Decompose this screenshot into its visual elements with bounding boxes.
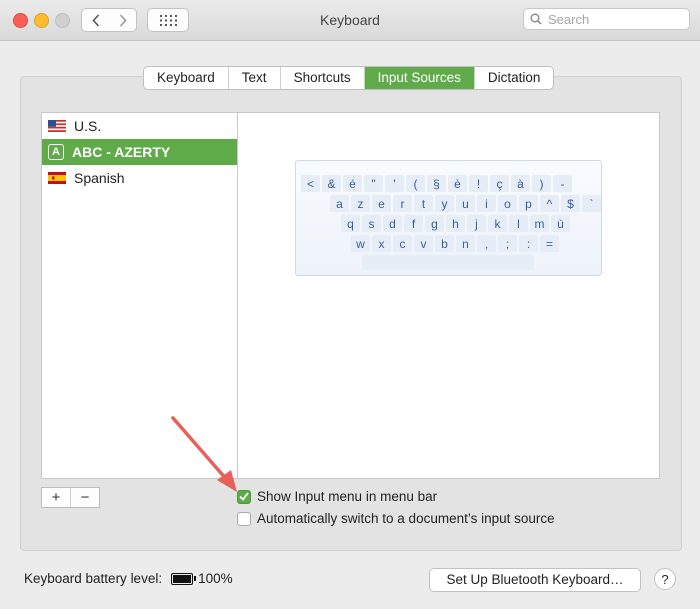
- keyboard-space-bar: [362, 255, 534, 270]
- keyboard-row: w x c v b n,;: =: [351, 235, 561, 253]
- keyboard-layout-preview: < & é " '(§ è! ç à) - a z e r t y u i o p ^ $ ` q s d f g h j k l m ù w x c…: [295, 160, 602, 276]
- keyboard-key: :: [519, 235, 538, 252]
- keyboard-key: ;: [498, 235, 517, 252]
- show-input-menu-label: Show Input menu in menu bar: [257, 489, 438, 504]
- keyboard-row: < & é " '(§ è! ç à) -: [301, 175, 574, 193]
- keyboard-key: !: [469, 175, 488, 192]
- keyboard-key: i: [477, 195, 496, 212]
- title-bar: Keyboard: [0, 0, 700, 41]
- keyboard-row: qsdfghjklmù: [341, 215, 572, 233]
- keyboard-key: n: [456, 235, 475, 252]
- keyboard-key: o: [498, 195, 517, 212]
- keyboard-key: é: [343, 175, 362, 192]
- keyboard-key: `: [582, 195, 601, 212]
- keyboard-key: f: [404, 215, 423, 232]
- keyboard-key: =: [540, 235, 559, 252]
- tab-shortcuts[interactable]: Shortcuts: [281, 67, 365, 89]
- setup-bluetooth-keyboard-button[interactable]: Set Up Bluetooth Keyboard…: [429, 568, 641, 592]
- keyboard-key: <: [301, 175, 320, 192]
- source-item-label: U.S.: [74, 118, 102, 134]
- keyboard-key: j: [467, 215, 486, 232]
- keyboard-key: u: [456, 195, 475, 212]
- keyboard-key: w: [351, 235, 370, 252]
- spain-flag-icon: [48, 172, 66, 184]
- keyboard-key: k: [488, 215, 507, 232]
- show-input-menu-option[interactable]: Show Input menu in menu bar: [237, 489, 437, 504]
- auto-switch-option[interactable]: Automatically switch to a document’s inp…: [237, 511, 555, 526]
- source-item-us[interactable]: U.S.: [42, 113, 238, 139]
- source-item-label: Spanish: [74, 170, 125, 186]
- keyboard-row: a z e r t y u i o p ^ $ `: [330, 195, 603, 213]
- keyboard-key: ^: [540, 195, 559, 212]
- keyboard-key: (: [406, 175, 425, 192]
- search-box[interactable]: [523, 8, 690, 30]
- keyboard-key: m: [530, 215, 549, 232]
- keyboard-key: -: [553, 175, 572, 192]
- source-item-spanish[interactable]: Spanish: [42, 165, 238, 191]
- battery-icon: [171, 572, 197, 585]
- keyboard-key: t: [414, 195, 433, 212]
- keyboard-key: ,: [477, 235, 496, 252]
- list-add-remove-control: + −: [41, 487, 100, 508]
- add-input-source-button[interactable]: +: [42, 488, 71, 507]
- input-source-detail: < & é " '(§ è! ç à) - a z e r t y u i o p ^ $ ` q s d f g h j k l m ù w x c…: [237, 112, 660, 479]
- auto-switch-checkbox[interactable]: [237, 511, 251, 526]
- tab-keyboard[interactable]: Keyboard: [144, 67, 229, 89]
- tab-text[interactable]: Text: [229, 67, 281, 89]
- keyboard-key: ù: [551, 215, 570, 232]
- tab-input-sources[interactable]: Input Sources: [364, 67, 475, 89]
- keyboard-key: v: [414, 235, 433, 252]
- abc-letter-icon: A: [48, 144, 64, 160]
- keyboard-key: d: [383, 215, 402, 232]
- battery-value: 100%: [198, 571, 233, 586]
- tab-dictation[interactable]: Dictation: [475, 67, 554, 89]
- keyboard-key: a: [330, 195, 349, 212]
- keyboard-key: ": [364, 175, 383, 192]
- keyboard-key: q: [341, 215, 360, 232]
- keyboard-key: b: [435, 235, 454, 252]
- keyboard-key: c: [393, 235, 412, 252]
- keyboard-key: y: [435, 195, 454, 212]
- search-input[interactable]: [546, 10, 680, 28]
- keyboard-key: g: [425, 215, 444, 232]
- keyboard-key: ç: [490, 175, 509, 192]
- annotation-arrow-icon: [171, 416, 237, 492]
- us-flag-icon: [48, 120, 66, 132]
- keyboard-key: p: [519, 195, 538, 212]
- source-item-abc-azerty[interactable]: A ABC - AZERTY: [42, 139, 238, 165]
- keyboard-key: s: [362, 215, 381, 232]
- keyboard-key: §: [427, 175, 446, 192]
- tab-bar: Keyboard Text Shortcuts Input Sources Di…: [143, 66, 555, 90]
- keyboard-key: ): [532, 175, 551, 192]
- keyboard-key: e: [372, 195, 391, 212]
- search-icon: [530, 13, 542, 25]
- source-item-label: ABC - AZERTY: [72, 144, 171, 160]
- help-button[interactable]: ?: [654, 568, 676, 590]
- battery-label: Keyboard battery level:: [24, 571, 163, 586]
- auto-switch-label: Automatically switch to a document’s inp…: [257, 511, 555, 526]
- keyboard-key: r: [393, 195, 412, 212]
- keyboard-key: $: [561, 195, 580, 212]
- keyboard-key: à: [511, 175, 530, 192]
- keyboard-key: l: [509, 215, 528, 232]
- battery-status: Keyboard battery level: 100%: [24, 571, 233, 586]
- keyboard-key: &: [322, 175, 341, 192]
- keyboard-key: h: [446, 215, 465, 232]
- keyboard-key: x: [372, 235, 391, 252]
- keyboard-key: è: [448, 175, 467, 192]
- keyboard-key: ': [385, 175, 404, 192]
- keyboard-key: z: [351, 195, 370, 212]
- remove-input-source-button[interactable]: −: [71, 488, 99, 507]
